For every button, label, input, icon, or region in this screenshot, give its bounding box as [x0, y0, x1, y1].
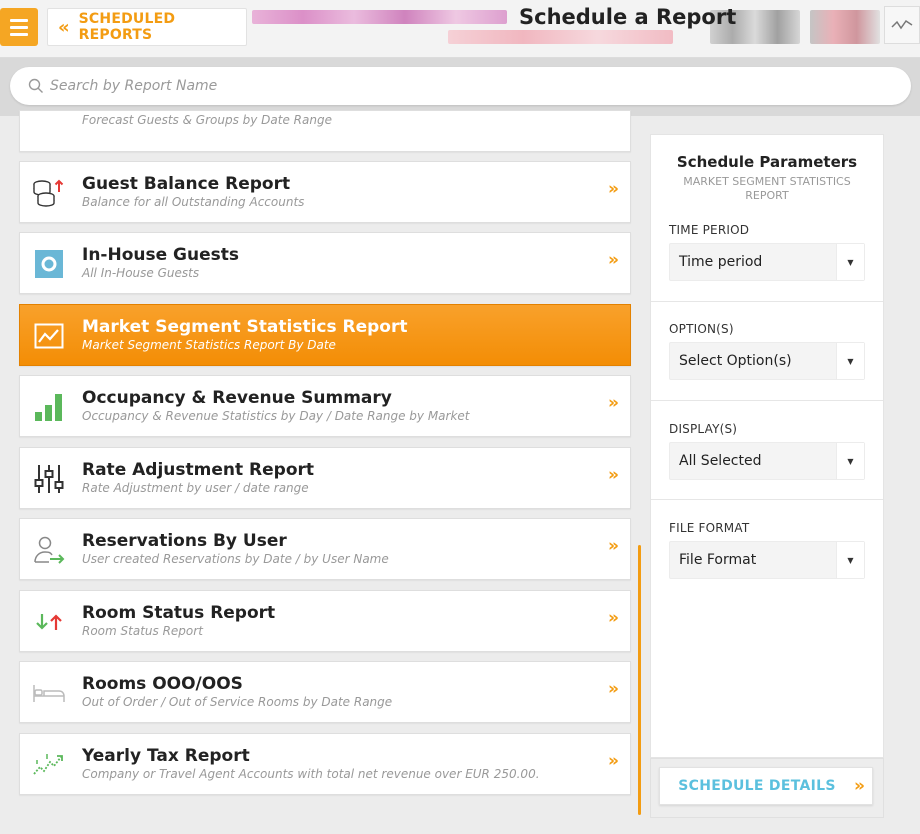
up-down-arrows-icon — [31, 604, 67, 640]
panel-title: Schedule Parameters — [676, 153, 858, 171]
divider — [651, 301, 883, 302]
search-input[interactable] — [50, 78, 650, 94]
param-label: OPTION(S) — [669, 322, 734, 336]
report-title: In-House Guests — [82, 245, 240, 265]
chevron-right-icon: » — [608, 536, 619, 556]
schedule-details-label: SCHEDULE DETAILS — [678, 778, 836, 794]
hamburger-icon — [10, 25, 28, 29]
caret-down-icon: ▼ — [836, 244, 864, 280]
options-select[interactable]: Select Option(s) ▼ — [669, 342, 865, 380]
param-label: TIME PERIOD — [669, 223, 750, 237]
schedule-parameters-panel: Schedule Parameters MARKET SEGMENT STATI… — [650, 134, 884, 758]
report-subtitle: All In-House Guests — [82, 266, 200, 280]
blurred-region — [810, 10, 880, 44]
report-item-occupancy-revenue[interactable]: Occupancy & Revenue Summary Occupancy & … — [19, 375, 631, 437]
chevron-right-icon: » — [608, 751, 619, 771]
report-title: Reservations By User — [82, 531, 287, 551]
file-format-select[interactable]: File Format ▼ — [669, 541, 865, 579]
report-title: Yearly Tax Report — [82, 746, 250, 766]
blurred-region — [448, 30, 673, 44]
top-bar: « SCHEDULED REPORTS Schedule a Report — [0, 0, 920, 58]
report-item-reservations-by-user[interactable]: Reservations By User User created Reserv… — [19, 518, 631, 580]
menu-button[interactable] — [0, 8, 38, 46]
search-bar-container — [0, 58, 920, 116]
blurred-region — [252, 10, 507, 24]
chevron-right-icon: » — [608, 250, 619, 270]
coins-icon — [31, 175, 67, 211]
report-subtitle: Occupancy & Revenue Statistics by Day / … — [82, 409, 470, 423]
divider — [651, 400, 883, 401]
activity-button[interactable] — [884, 6, 920, 44]
report-title: Guest Balance Report — [82, 174, 291, 194]
hamburger-icon — [10, 32, 28, 36]
hamburger-icon — [10, 18, 28, 22]
param-label: DISPLAY(S) — [669, 422, 738, 436]
back-button-label: SCHEDULED REPORTS — [78, 11, 176, 43]
panel-subtitle: MARKET SEGMENT STATISTICS REPORT — [683, 175, 851, 202]
report-subtitle: Company or Travel Agent Accounts with to… — [82, 767, 540, 781]
user-arrow-icon — [31, 532, 67, 568]
report-subtitle: Forecast Guests & Groups by Date Range — [82, 113, 332, 127]
chevron-right-icon: » — [608, 179, 619, 199]
report-item-guest-balance[interactable]: Guest Balance Report Balance for all Out… — [19, 161, 631, 223]
trend-icon — [31, 747, 67, 783]
report-subtitle: Balance for all Outstanding Accounts — [82, 195, 305, 209]
caret-down-icon: ▼ — [836, 343, 864, 379]
select-value: Time period — [679, 254, 763, 270]
param-options: OPTION(S) Select Option(s) ▼ — [651, 322, 883, 380]
activity-icon — [891, 19, 913, 30]
report-title: Rate Adjustment Report — [82, 460, 315, 480]
report-subtitle: Rate Adjustment by user / date range — [82, 481, 309, 495]
search-box — [10, 67, 911, 105]
caret-down-icon: ▼ — [836, 542, 864, 578]
report-item-in-house-guests[interactable]: In-House Guests All In-House Guests » — [19, 232, 631, 294]
scheduled-reports-back-button[interactable]: « SCHEDULED REPORTS — [47, 8, 247, 46]
chevron-right-icon: » — [608, 393, 619, 413]
report-item-yearly-tax[interactable]: Yearly Tax Report Company or Travel Agen… — [19, 733, 631, 795]
sliders-icon — [31, 461, 67, 497]
chevron-right-icon: » — [608, 608, 619, 628]
chevron-right-icon: » — [854, 776, 865, 796]
select-value: File Format — [679, 552, 757, 568]
chevron-right-icon: » — [608, 679, 619, 699]
divider — [651, 499, 883, 500]
report-item-forecast[interactable]: Forecast Guests & Groups by Date Range — [19, 110, 631, 152]
in-house-icon — [31, 246, 67, 282]
panel-footer: SCHEDULE DETAILS » — [650, 758, 884, 818]
time-period-select[interactable]: Time period ▼ — [669, 243, 865, 281]
double-chevron-left-icon: « — [58, 16, 70, 38]
report-title: Rooms OOO/OOS — [82, 674, 243, 694]
report-title: Market Segment Statistics Report — [82, 317, 408, 337]
param-time-period: TIME PERIOD Time period ▼ — [651, 223, 883, 281]
report-item-market-segment[interactable]: Market Segment Statistics Report Market … — [19, 304, 631, 366]
schedule-details-button[interactable]: SCHEDULE DETAILS » — [659, 767, 873, 805]
report-title: Occupancy & Revenue Summary — [82, 388, 392, 408]
report-item-rooms-ooo-oos[interactable]: Rooms OOO/OOS Out of Order / Out of Serv… — [19, 661, 631, 723]
displays-select[interactable]: All Selected ▼ — [669, 442, 865, 480]
scrollbar[interactable] — [638, 545, 641, 815]
report-item-room-status[interactable]: Room Status Report Room Status Report » — [19, 590, 631, 652]
report-subtitle: User created Reservations by Date / by U… — [82, 552, 389, 566]
report-subtitle: Room Status Report — [82, 624, 203, 638]
param-label: FILE FORMAT — [669, 521, 750, 535]
select-value: Select Option(s) — [679, 353, 792, 369]
bar-chart-icon — [31, 389, 67, 425]
report-title: Room Status Report — [82, 603, 276, 623]
chevron-right-icon: » — [608, 465, 619, 485]
report-item-rate-adjustment[interactable]: Rate Adjustment Report Rate Adjustment b… — [19, 447, 631, 509]
line-chart-icon — [31, 318, 67, 354]
caret-down-icon: ▼ — [836, 443, 864, 479]
page-title: Schedule a Report — [519, 5, 737, 29]
search-icon — [28, 78, 43, 93]
param-file-format: FILE FORMAT File Format ▼ — [651, 521, 883, 579]
bed-icon — [31, 675, 67, 711]
report-subtitle: Out of Order / Out of Service Rooms by D… — [82, 695, 393, 709]
report-subtitle: Market Segment Statistics Report By Date — [82, 338, 336, 352]
select-value: All Selected — [679, 453, 762, 469]
param-displays: DISPLAY(S) All Selected ▼ — [651, 422, 883, 480]
